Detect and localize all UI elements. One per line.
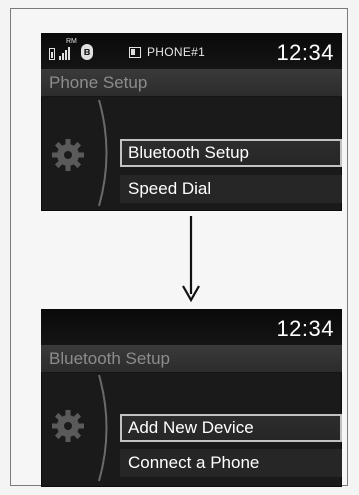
phone-name: PHONE#1 xyxy=(147,45,206,59)
menu-item-label: Bluetooth Setup xyxy=(128,143,249,162)
menu-item-add-new-device[interactable]: Add New Device xyxy=(120,414,342,442)
phone-icon xyxy=(129,46,141,58)
menu-item-label: Add New Device xyxy=(128,418,254,437)
down-arrow-icon xyxy=(182,216,200,303)
screen-title: Bluetooth Setup xyxy=(49,349,170,368)
menu-item-label: Connect a Phone xyxy=(128,453,260,472)
bluetooth-setup-screen: 12:34 Bluetooth Setup Add New Device Con… xyxy=(41,309,342,487)
gear-icon xyxy=(52,139,84,171)
title-bar: Bluetooth Setup xyxy=(41,345,342,373)
gear-icon xyxy=(52,410,84,442)
scroll-arc-icon xyxy=(98,99,108,207)
active-phone: PHONE#1 xyxy=(129,45,205,59)
menu-item-connect-a-phone[interactable]: Connect a Phone xyxy=(120,449,342,477)
phone-setup-screen: RM ʙ PHONE#1 12:34 Phone Setup Bluetooth… xyxy=(41,33,342,211)
clock: 12:34 xyxy=(276,40,334,65)
figure-frame: RM ʙ PHONE#1 12:34 Phone Setup Bluetooth… xyxy=(10,8,348,487)
menu-item-bluetooth-setup[interactable]: Bluetooth Setup xyxy=(120,139,342,167)
scroll-arc-icon xyxy=(98,374,108,482)
status-bar: RM ʙ PHONE#1 12:34 xyxy=(41,33,342,69)
bluetooth-icon: ʙ xyxy=(81,44,93,60)
status-bar: 12:34 xyxy=(41,309,342,345)
title-bar: Phone Setup xyxy=(41,69,342,97)
menu-item-speed-dial[interactable]: Speed Dial xyxy=(120,175,342,203)
screen-title: Phone Setup xyxy=(49,73,148,92)
status-icons: RM ʙ xyxy=(49,38,93,60)
clock: 12:34 xyxy=(276,316,334,341)
signal-icon: RM xyxy=(59,38,77,60)
menu-item-label: Speed Dial xyxy=(128,179,212,198)
battery-icon xyxy=(49,48,55,60)
roaming-label: RM xyxy=(66,38,77,45)
